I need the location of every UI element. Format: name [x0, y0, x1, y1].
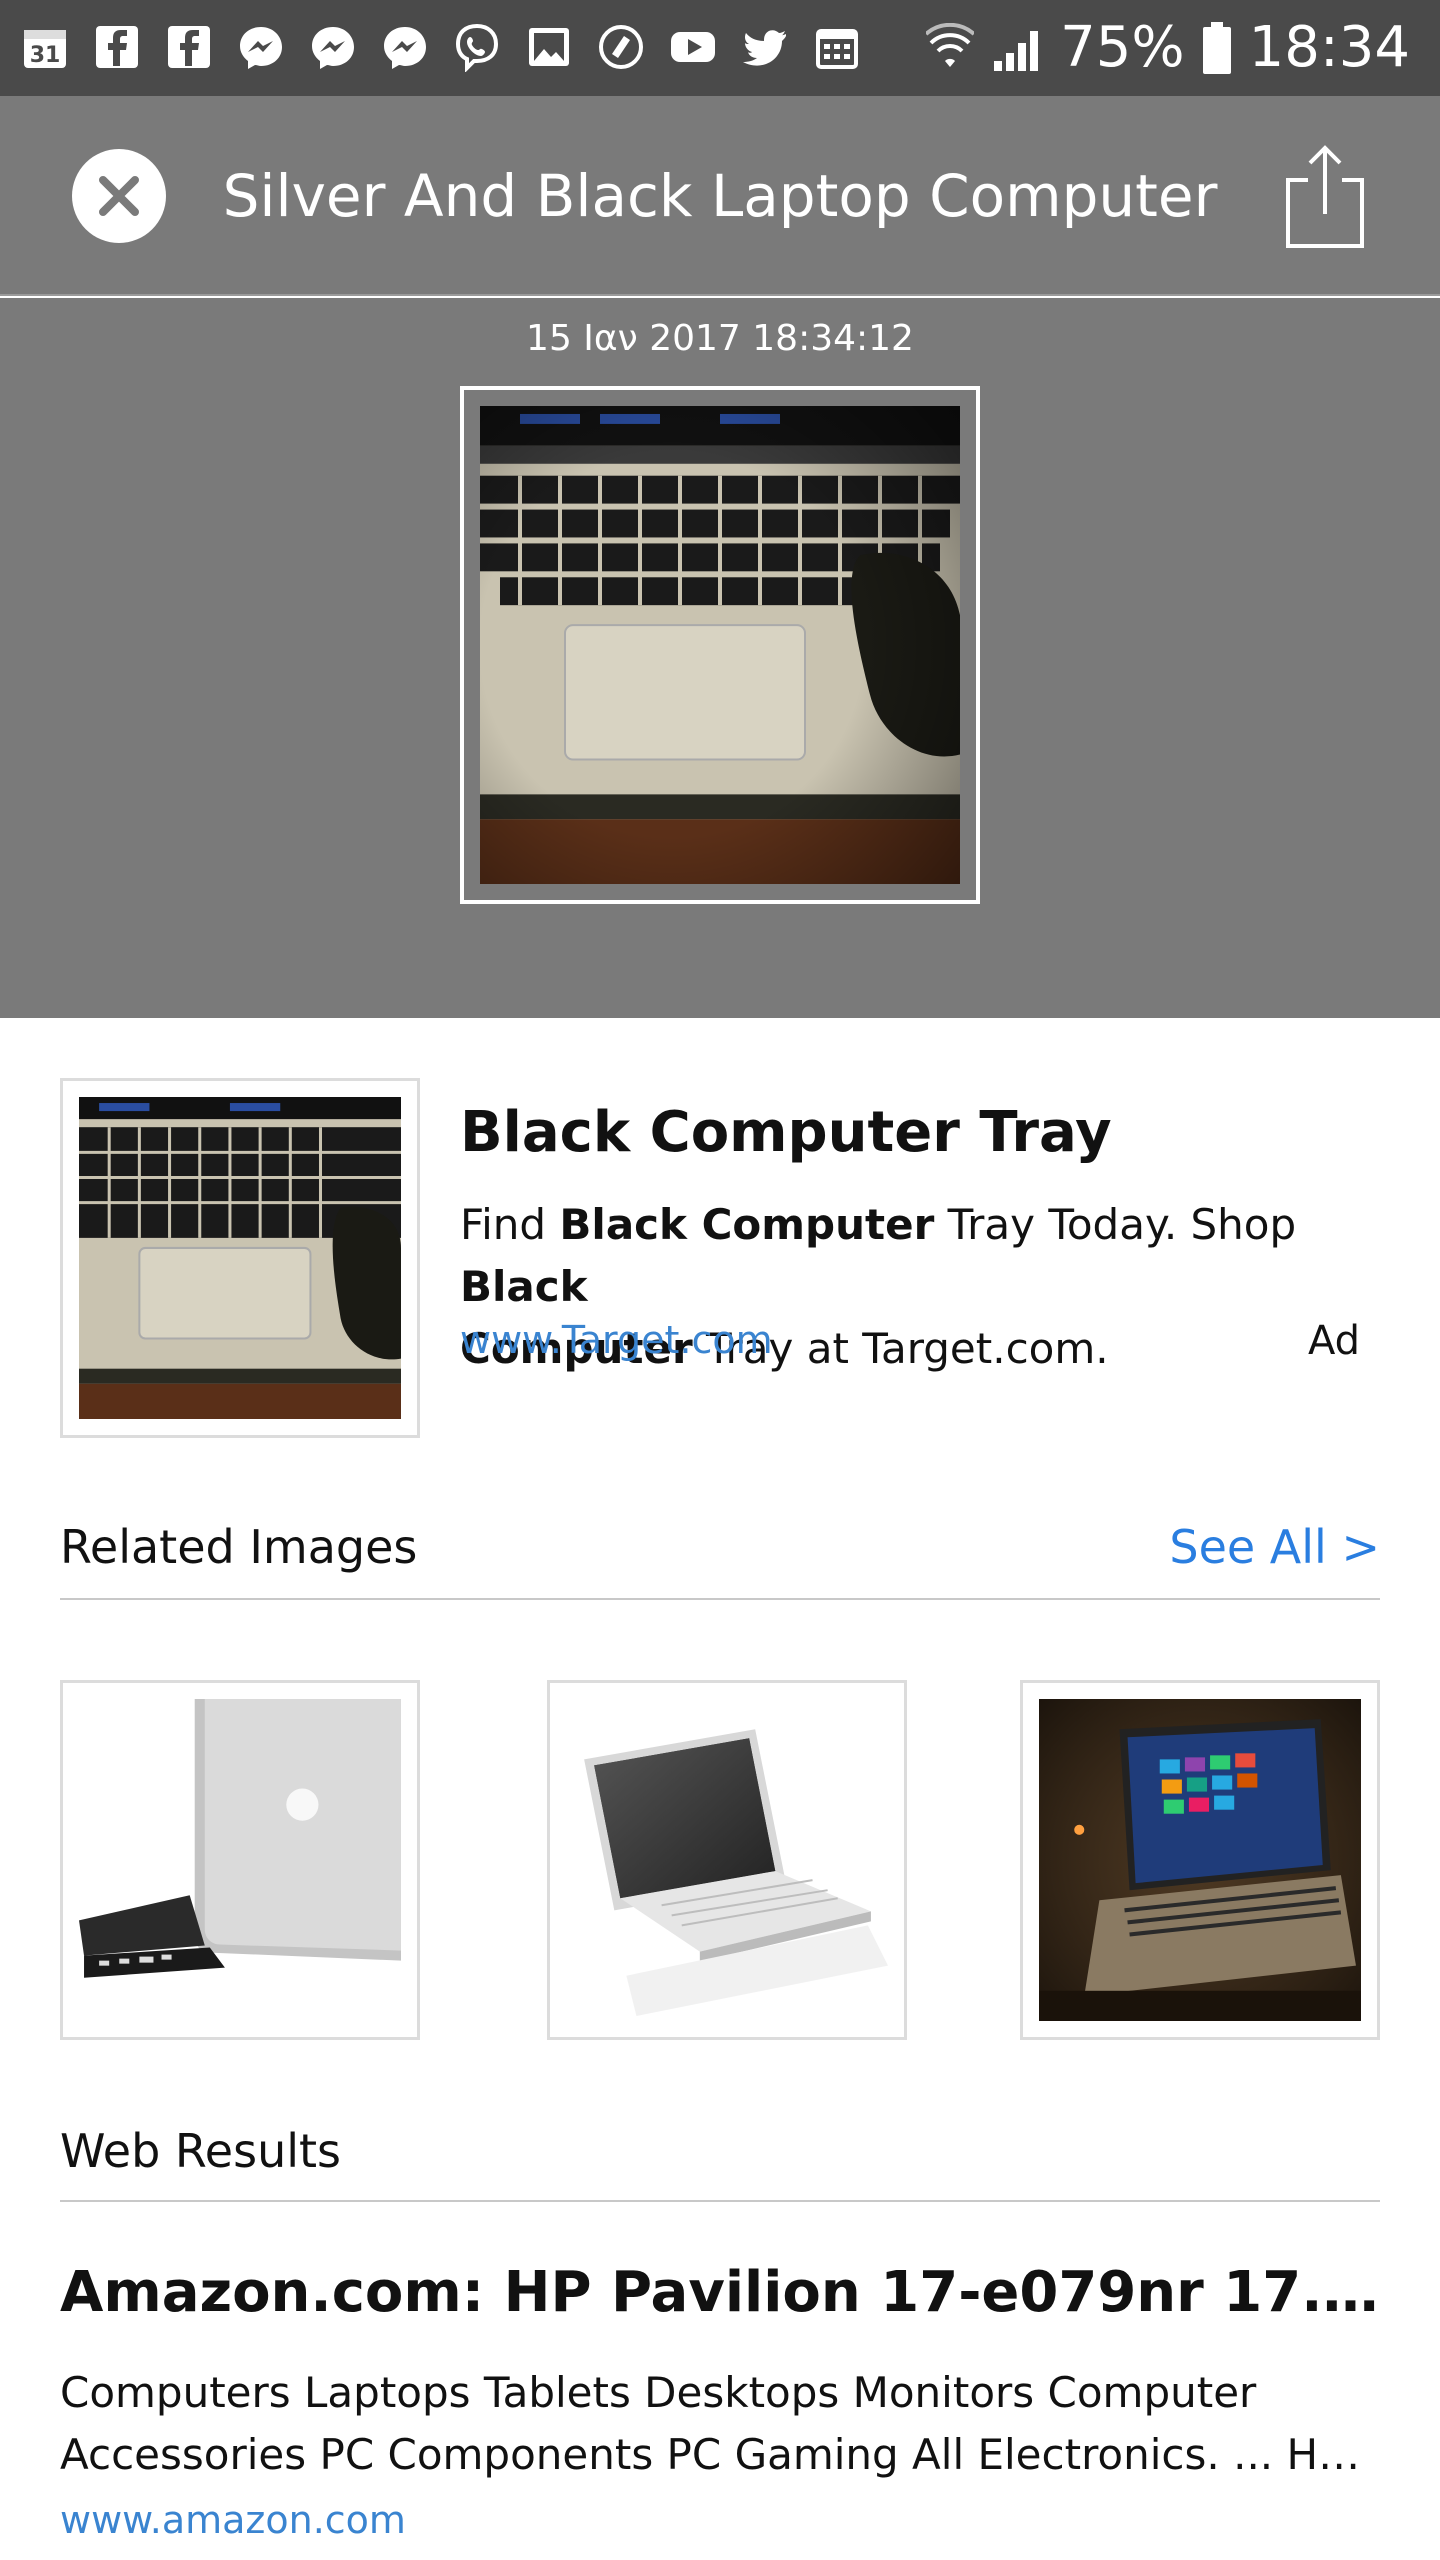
page-title: Silver And Black Laptop Computer: [222, 162, 1218, 230]
related-image-1[interactable]: [60, 1680, 420, 2040]
ad-title[interactable]: Black Computer Tray: [460, 1100, 1112, 1165]
capture-timestamp: 15 Ιαν 2017 18:34:12: [526, 318, 914, 359]
image-preview-area: 15 Ιαν 2017 18:34:12: [0, 298, 1440, 1018]
close-button[interactable]: [72, 149, 166, 243]
related-image-2[interactable]: [547, 1680, 907, 2040]
messenger-icon: [308, 18, 358, 76]
twitter-icon: [740, 18, 790, 76]
battery-icon: [1202, 22, 1231, 74]
web-results-heading: Web Results: [60, 2124, 342, 2178]
close-icon: [99, 176, 139, 216]
messenger-icon: [236, 18, 286, 76]
divider: [60, 2200, 1380, 2202]
share-icon: [1286, 145, 1364, 248]
status-bar: 31 75% 18:34: [0, 0, 1440, 96]
messenger-icon: [380, 18, 430, 76]
youtube-icon: [668, 18, 718, 76]
web-result-snippet: Computers Laptops Tablets Desktops Monit…: [60, 2368, 1380, 2479]
ad-thumbnail[interactable]: [60, 1078, 420, 1438]
share-button[interactable]: [1280, 144, 1370, 254]
viber-icon: [452, 18, 502, 76]
related-images-heading: Related Images: [60, 1520, 418, 1574]
phone-icon: [596, 18, 646, 76]
svg-text:31: 31: [30, 43, 61, 68]
calendar-icon: 31: [20, 18, 70, 76]
signal-icon: [994, 31, 1039, 71]
ad-url[interactable]: www.Target.com: [460, 1318, 773, 1362]
web-result-title[interactable]: Amazon.com: HP Pavilion 17-e079nr 17.3-I…: [60, 2260, 1380, 2325]
divider: [60, 1598, 1380, 1600]
web-result-url[interactable]: www.amazon.com: [60, 2498, 406, 2542]
see-all-link[interactable]: See All >: [1169, 1520, 1380, 1574]
gallery-icon: [524, 18, 574, 76]
status-indicators: 75% 18:34: [926, 14, 1410, 82]
battery-percent: 75%: [1060, 15, 1185, 80]
facebook-icon: [164, 18, 214, 76]
related-image-3[interactable]: [1020, 1680, 1380, 2040]
clock: 18:34: [1248, 15, 1410, 80]
calendar-small-icon: [812, 18, 862, 76]
captured-photo-frame[interactable]: [460, 386, 980, 904]
wifi-icon: [926, 23, 975, 67]
title-bar: Silver And Black Laptop Computer: [0, 96, 1440, 296]
ad-badge: Ad: [1307, 1318, 1360, 1364]
notification-icons: 31: [20, 18, 862, 76]
captured-photo: [480, 406, 960, 884]
facebook-icon: [92, 18, 142, 76]
